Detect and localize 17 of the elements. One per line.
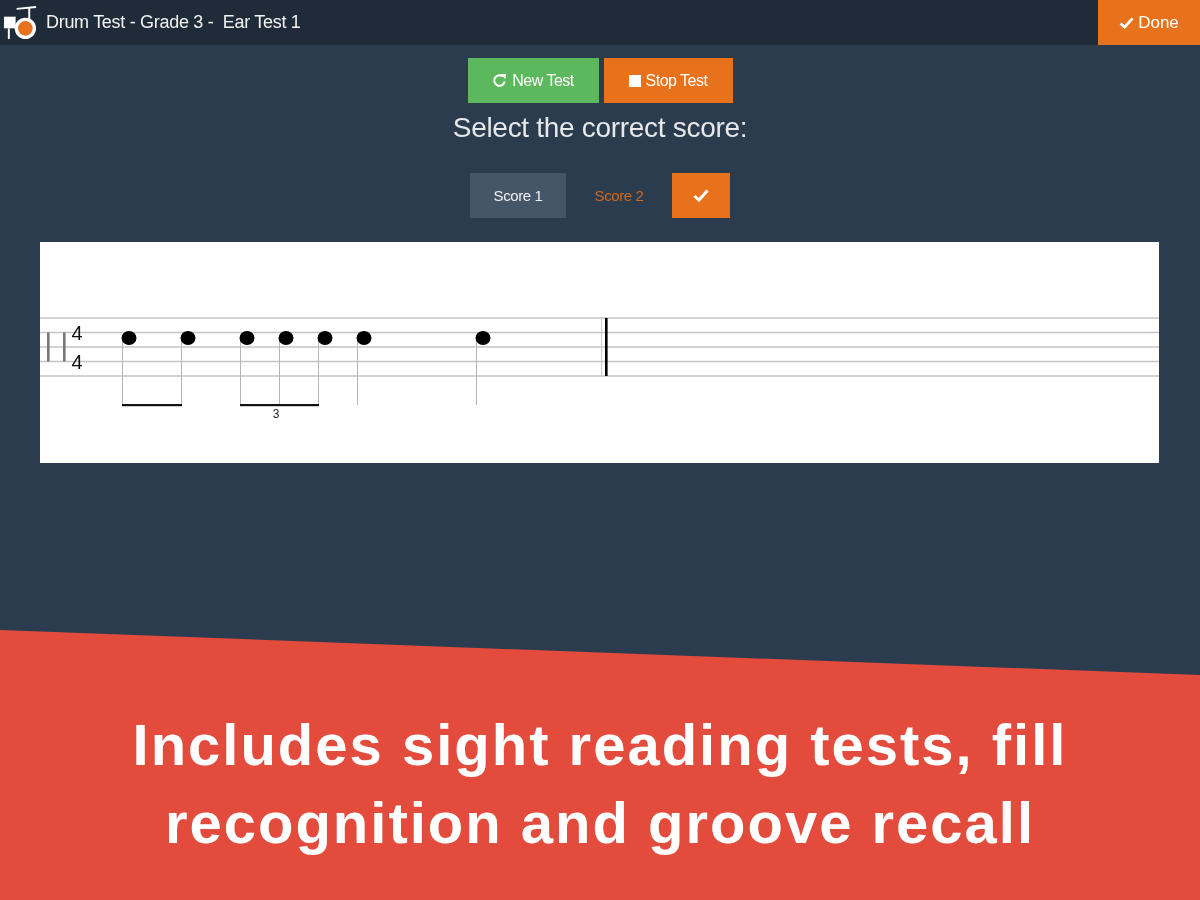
check-icon bbox=[1119, 16, 1135, 29]
new-test-button[interactable]: New Test bbox=[467, 58, 599, 103]
stop-square-icon bbox=[628, 74, 641, 87]
time-signature-denominator: 4 bbox=[71, 351, 83, 373]
check-icon bbox=[693, 189, 709, 202]
confirm-button[interactable] bbox=[672, 173, 730, 218]
score-option[interactable]: Score 2 bbox=[571, 173, 667, 218]
prompt-heading: Select the correct score: bbox=[452, 111, 748, 145]
score-option[interactable]: Score 1 bbox=[470, 173, 566, 218]
stop-test-button[interactable]: Stop Test bbox=[603, 58, 733, 103]
banner-caption: Includes sight reading tests, fill recognition and groove recall bbox=[131, 711, 1069, 857]
refresh-icon bbox=[492, 73, 508, 88]
done-button[interactable]: Done bbox=[1098, 0, 1200, 45]
time-signature-numerator: 4 bbox=[71, 322, 83, 344]
drum-kit-icon bbox=[3, 5, 38, 40]
window-title: Drum Test - Grade 3 - Ear Test 1 bbox=[46, 12, 301, 33]
tuplet-number: 3 bbox=[272, 407, 280, 421]
